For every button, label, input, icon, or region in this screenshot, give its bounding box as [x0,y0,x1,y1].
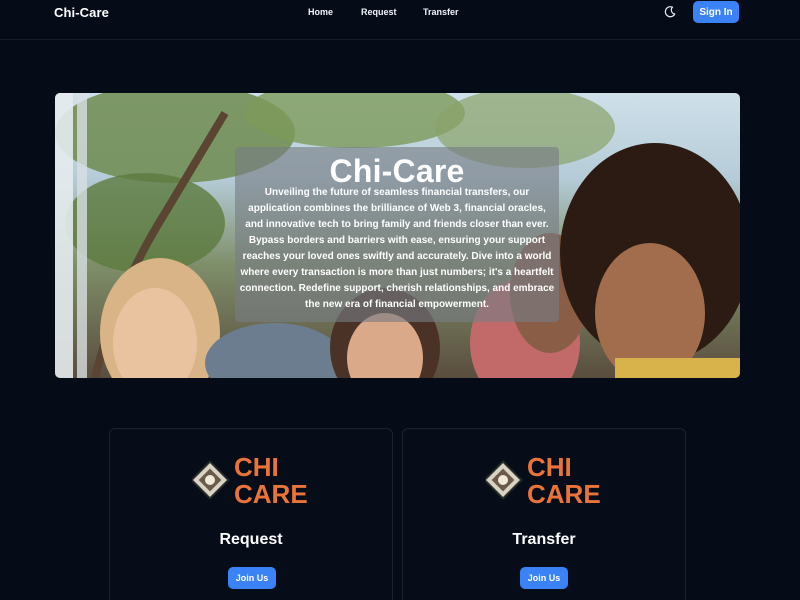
hero-description: Unveiling the future of seamless financi… [239,187,555,310]
logo-line1: CHI [527,452,572,482]
card-title-request: Request [219,531,283,548]
logo-line2: CARE [234,479,308,507]
chi-care-logo: CHI CARE [483,451,605,509]
nav-link-request[interactable]: Request [361,7,397,17]
request-card: CHI CARE Request Join Us [109,428,393,600]
nav-link-home[interactable]: Home [308,7,333,17]
chi-care-logo-mark [190,460,230,500]
card-title-transfer: Transfer [512,531,576,548]
nav-link-transfer[interactable]: Transfer [423,7,459,17]
logo-line1: CHI [234,452,279,482]
moon-icon[interactable] [663,5,677,19]
hero-card: Chi-Care Unveiling the future of seamles… [235,147,559,322]
nav-links: Home Request Transfer [0,7,800,21]
transfer-card: CHI CARE Transfer Join Us [402,428,686,600]
navbar: Chi-Care Home Request Transfer Sign In [0,0,800,40]
join-us-button-transfer[interactable]: Join Us [520,567,568,589]
hero-banner: Chi-Care Unveiling the future of seamles… [55,93,740,378]
join-us-button-request[interactable]: Join Us [228,567,276,589]
sign-in-button[interactable]: Sign In [693,1,739,23]
chi-care-logo-mark [483,460,523,500]
logo-line2: CARE [527,479,601,507]
chi-care-logo: CHI CARE [190,451,312,509]
hero-title: Chi-Care [329,153,465,189]
